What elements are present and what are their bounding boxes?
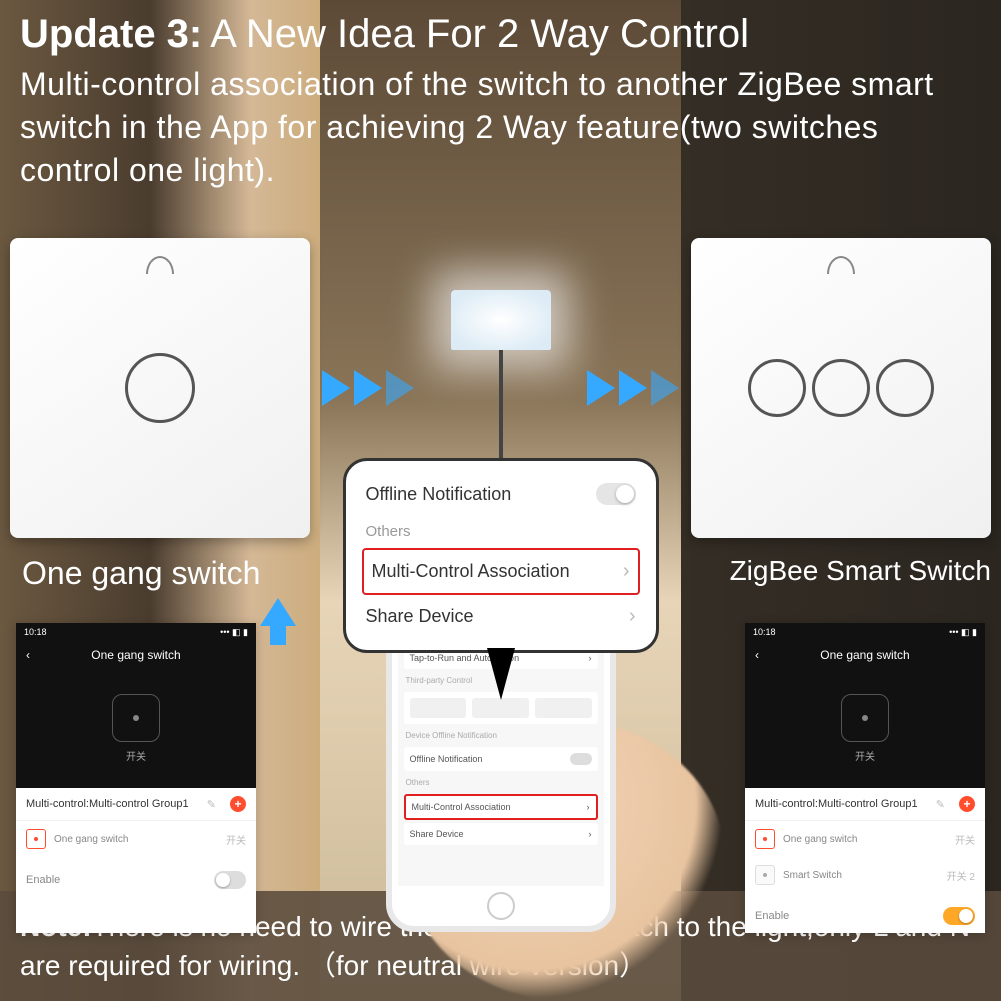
three-gang-switch-graphic: [691, 238, 991, 538]
enable-label: Enable: [26, 874, 60, 886]
title-rest: A New Idea For 2 Way Control: [210, 12, 749, 57]
add-icon[interactable]: +: [959, 796, 975, 812]
switch-button-icon: [812, 359, 870, 417]
right-switch-label: ZigBee Smart Switch: [730, 555, 991, 587]
device-label: Smart Switch: [783, 870, 842, 881]
device-label: One gang switch: [783, 834, 858, 845]
status-time: 10:18: [753, 627, 776, 638]
offline-label: Offline Notification: [366, 484, 512, 505]
multi-control-row[interactable]: Multi-Control Association›: [404, 794, 598, 820]
phone-right-graphic: 10:18 ••• ◧ ▮ ‹ One gang switch 开关 Multi-c…: [745, 623, 985, 933]
arrow-right-icon: [587, 370, 679, 406]
back-icon[interactable]: ‹: [26, 648, 30, 662]
status-icons: ••• ◧ ▮: [949, 627, 977, 638]
device-status: 开关: [955, 832, 975, 847]
device-icon: [755, 829, 775, 849]
device-icon: [755, 865, 775, 885]
device-status: 开关 2: [947, 868, 975, 883]
tmall-genie-icon[interactable]: [535, 698, 592, 718]
offline-row[interactable]: Offline Notification: [404, 747, 598, 771]
device-icon: [26, 829, 46, 849]
enable-row[interactable]: Enable: [16, 861, 256, 899]
preview-label: 开关: [855, 748, 875, 763]
device-item[interactable]: One gang switch 开关: [745, 821, 985, 857]
switch-preview: 开关: [16, 668, 256, 788]
screen-title: One gang switch: [91, 648, 180, 662]
chevron-right-icon: ›: [629, 605, 636, 628]
group-row[interactable]: Multi-control:Multi-control Group1 ✎ +: [16, 788, 256, 821]
device-label: One gang switch: [54, 834, 129, 845]
switch-preview-icon[interactable]: [841, 694, 889, 742]
multi-control-row[interactable]: Multi-Control Association ›: [362, 548, 640, 595]
toggle-icon[interactable]: [570, 753, 592, 765]
switch-preview: 开关: [745, 668, 985, 788]
callout-pointer-icon: [487, 648, 515, 700]
left-switch-label: One gang switch: [22, 555, 260, 592]
arrow-up-icon: [260, 598, 296, 645]
google-assistant-icon[interactable]: [410, 698, 467, 718]
phone-left-graphic: 10:18 ••• ◧ ▮ ‹ One gang switch 开关 Multi-c…: [16, 623, 256, 933]
group-label: Multi-control:Multi-control Group1: [26, 798, 189, 810]
chevron-right-icon: ›: [623, 560, 630, 583]
switch-preview-icon[interactable]: [112, 694, 160, 742]
subtitle: Multi-control association of the switch …: [20, 63, 981, 193]
multi-control-label: Multi-Control Association: [372, 561, 570, 582]
switch-button-icon: [748, 359, 806, 417]
toggle-icon[interactable]: [596, 483, 636, 505]
enable-label: Enable: [755, 910, 789, 922]
status-icons: ••• ◧ ▮: [220, 627, 248, 638]
add-icon[interactable]: +: [230, 796, 246, 812]
ifttt-icon[interactable]: [472, 698, 529, 718]
share-row[interactable]: Share Device›: [404, 823, 598, 845]
device-item[interactable]: Smart Switch 开关 2: [745, 857, 985, 893]
title-bold: Update 3:: [20, 12, 202, 57]
group-row[interactable]: Multi-control:Multi-control Group1 ✎ +: [745, 788, 985, 821]
offline-notification-row[interactable]: Offline Notification: [362, 473, 640, 515]
home-button-icon[interactable]: [487, 892, 515, 920]
settings-callout: Offline Notification Others Multi-Contro…: [343, 458, 659, 653]
switch-button-icon: [125, 353, 195, 423]
group-label: Multi-control:Multi-control Group1: [755, 798, 918, 810]
screen-title: One gang switch: [820, 648, 909, 662]
edit-icon[interactable]: ✎: [207, 798, 216, 811]
share-device-row[interactable]: Share Device ›: [362, 595, 640, 638]
preview-label: 开关: [126, 748, 146, 763]
arrow-right-icon: [322, 370, 414, 406]
device-status: 开关: [226, 832, 246, 847]
device-item[interactable]: One gang switch 开关: [16, 821, 256, 857]
status-time: 10:18: [24, 627, 47, 638]
header: Update 3: A New Idea For 2 Way Control M…: [0, 0, 1001, 193]
switch-button-icon: [876, 359, 934, 417]
toggle-icon[interactable]: [943, 907, 975, 925]
back-icon[interactable]: ‹: [755, 648, 759, 662]
toggle-icon[interactable]: [214, 871, 246, 889]
enable-row[interactable]: Enable: [745, 897, 985, 935]
share-label: Share Device: [366, 606, 474, 627]
edit-icon[interactable]: ✎: [936, 798, 945, 811]
one-gang-switch-graphic: [10, 238, 310, 538]
others-section-label: Others: [362, 515, 640, 548]
